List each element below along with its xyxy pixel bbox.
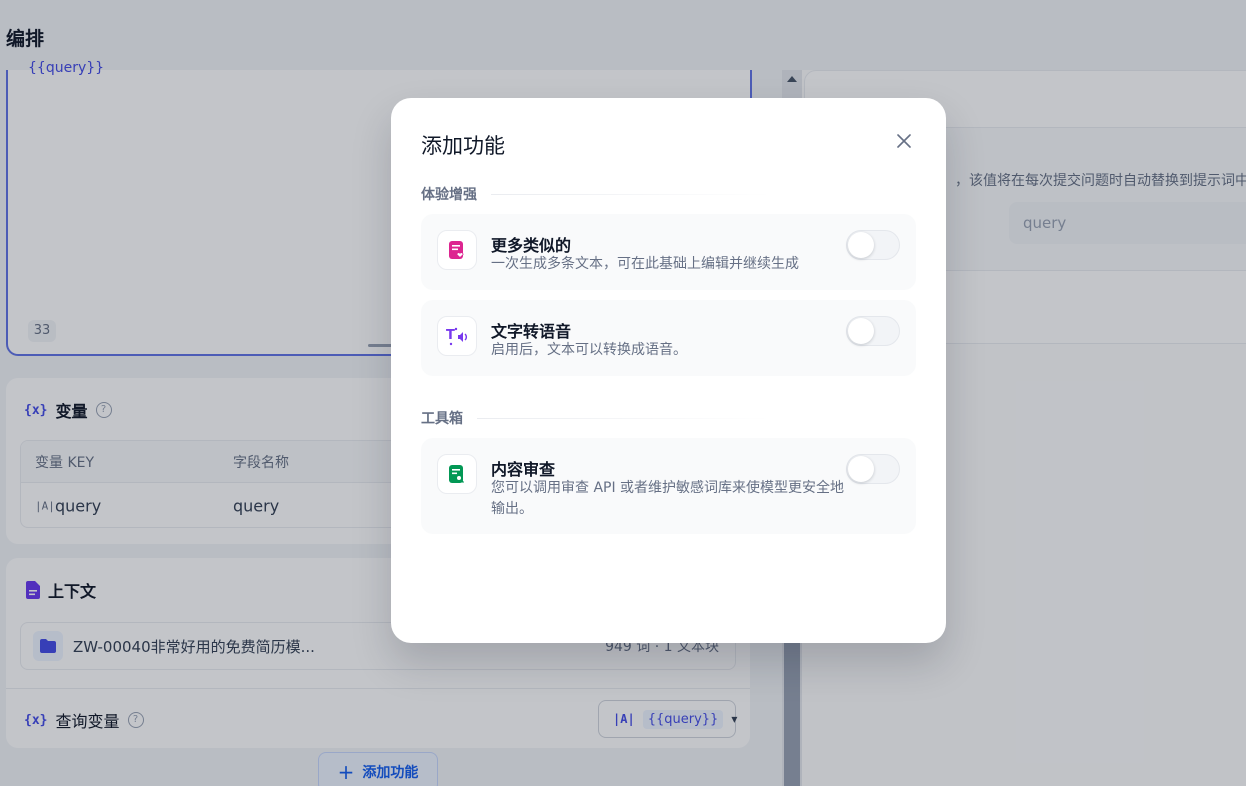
text-to-speech-icon: T — [437, 316, 477, 356]
feature-card-more-like-this: 更多类似的 一次生成多条文本，可在此基础上编辑并继续生成 — [421, 214, 916, 290]
group-label: 体验增强 — [421, 187, 477, 203]
toggle-knob — [848, 232, 874, 258]
moderation-toggle[interactable] — [846, 454, 900, 484]
file-search-icon — [437, 454, 477, 494]
group-header-experience: 体验增强 — [421, 184, 771, 204]
feature-card-moderation: 内容审查 您可以调用审查 API 或者维护敏感词库来使模型更安全地输出。 — [421, 438, 916, 534]
close-icon — [897, 134, 911, 148]
file-heart-icon — [437, 230, 477, 270]
modal-title: 添加功能 — [421, 134, 505, 158]
group-header-toolbox: 工具箱 — [421, 408, 771, 428]
feature-card-text-to-speech: T 文字转语音 启用后，文本可以转换成语音。 — [421, 300, 916, 376]
text-to-speech-toggle[interactable] — [846, 316, 900, 346]
feature-description: 启用后，文本可以转换成语音。 — [491, 342, 687, 358]
feature-title: 更多类似的 — [491, 236, 572, 255]
feature-description: 您可以调用审查 API 或者维护敏感词库来使模型更安全地输出。 — [491, 480, 845, 517]
group-divider — [477, 417, 771, 419]
group-label: 工具箱 — [421, 411, 463, 427]
toggle-knob — [848, 318, 874, 344]
close-button[interactable] — [891, 128, 917, 154]
svg-text:T: T — [446, 328, 455, 343]
feature-title: 内容审查 — [491, 460, 556, 479]
group-divider — [491, 193, 771, 195]
add-feature-modal: 添加功能 体验增强 更多类似的 一次生成多条文本，可在此基础上编辑并继续生成 T… — [391, 98, 946, 643]
more-like-this-toggle[interactable] — [846, 230, 900, 260]
feature-description: 一次生成多条文本，可在此基础上编辑并继续生成 — [491, 256, 799, 272]
feature-title: 文字转语音 — [491, 322, 572, 341]
toggle-knob — [848, 456, 874, 482]
